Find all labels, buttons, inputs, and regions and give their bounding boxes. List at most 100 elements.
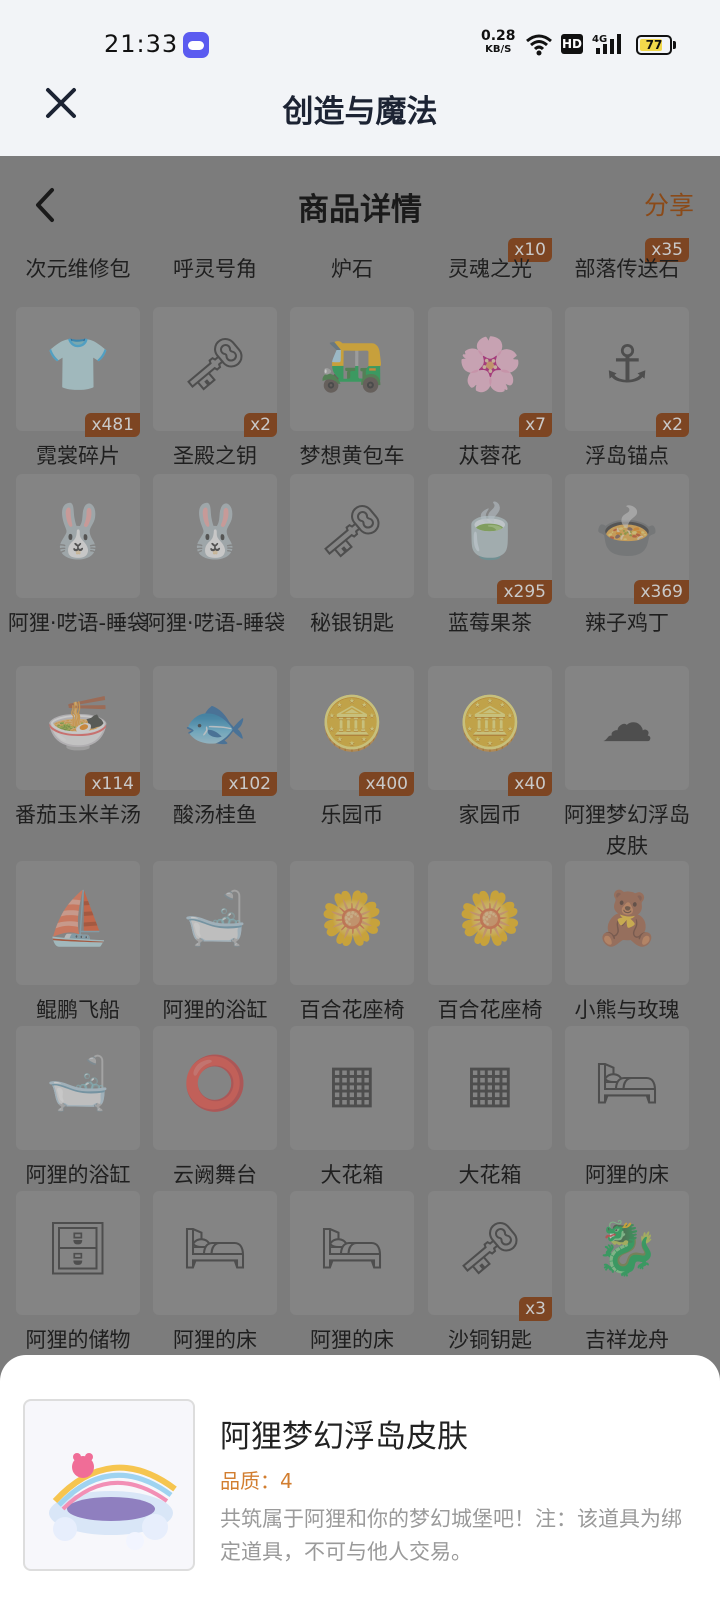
network-speed-value: 0.28 — [481, 28, 516, 44]
cabinet-icon: 🗄 — [44, 1219, 111, 1279]
item-name: 番茄玉米羊汤 — [15, 803, 141, 827]
fence-icon: ▦ — [327, 1054, 377, 1114]
signal-icon: 4G — [592, 34, 621, 54]
item-count-badge: x295 — [497, 580, 552, 604]
grid-item[interactable]: ⭕ 云阙舞台 — [153, 1026, 277, 1216]
key-icon: 🗝 — [318, 502, 385, 562]
battery-level: 77 — [645, 38, 663, 52]
flower-icon: 🌸 — [457, 335, 523, 395]
item-name: 大花箱 — [320, 1163, 384, 1187]
item-count-badge: x2 — [656, 413, 689, 437]
network-speed-unit: KB/S — [485, 44, 512, 55]
grid-item[interactable]: 🛁 阿狸的浴缸 — [153, 861, 277, 1051]
sleeping-bag-icon: 🐰 — [182, 502, 248, 562]
stage-icon: ⭕ — [182, 1054, 248, 1114]
grid-item[interactable]: 👕 x481 霓裳碎片 — [16, 307, 140, 497]
key-icon: 🗝 — [456, 1219, 523, 1279]
grid-item[interactable]: 🌼 百合花座椅 — [428, 861, 552, 1051]
weather-app-icon — [183, 32, 209, 58]
grid-item[interactable]: 🗝 x3 沙铜钥匙 — [428, 1191, 552, 1381]
item-count-badge: x114 — [85, 772, 140, 796]
dragon-boat-icon: 🐉 — [594, 1219, 660, 1279]
detail-title: 商品详情 — [298, 192, 422, 228]
grid-item[interactable]: 🌸 x7 苁蓉花 — [428, 307, 552, 497]
item-count-badge: x40 — [508, 772, 552, 796]
grid-item[interactable]: 🍲 x369 辣子鸡丁 — [565, 474, 689, 664]
anchor-icon: ⚓ — [603, 335, 651, 395]
status-bar: 21:33 0.28 KB/S HD 4G 77 — [0, 0, 720, 90]
item-name: 家园币 — [458, 803, 522, 827]
bathtub-icon: 🛁 — [182, 889, 248, 949]
coin-icon: 🪙 — [319, 694, 385, 754]
item-count-badge: x481 — [85, 413, 140, 437]
grid-item[interactable]: 🪙 x40 家园币 — [428, 666, 552, 856]
grid-item[interactable]: 🐟 x102 酸汤桂鱼 — [153, 666, 277, 856]
lily-chair-icon: 🌼 — [319, 889, 385, 949]
grid-item[interactable]: 🛏 阿狸的床 — [153, 1191, 277, 1381]
item-name: 圣殿之钥 — [173, 444, 257, 468]
coin-icon: 🪙 — [457, 694, 523, 754]
lily-chair-icon: 🌼 — [457, 889, 523, 949]
bed-icon: 🛏 — [181, 1219, 248, 1279]
item-name: 呼灵号角 — [173, 257, 257, 281]
grid-item[interactable]: 🛺 梦想黄包车 — [290, 307, 414, 497]
item-name: 阿狸的浴缸 — [25, 1163, 131, 1187]
grid-item[interactable]: 🗝 x2 圣殿之钥 — [153, 307, 277, 497]
wifi-icon — [526, 34, 552, 56]
item-count-badge: x7 — [519, 413, 552, 437]
status-time: 21:33 — [104, 30, 179, 58]
bed-icon: 🛏 — [318, 1219, 385, 1279]
item-name: 云阙舞台 — [173, 1163, 257, 1187]
item-name: 小熊与玫瑰 — [574, 998, 680, 1022]
grid-item[interactable]: 🍵 x295 蓝莓果茶 — [428, 474, 552, 664]
grid-item[interactable]: 🍜 x114 番茄玉米羊汤 — [15, 666, 141, 856]
island-icon: ☁ — [601, 694, 653, 754]
grid-item[interactable]: 🛏 阿狸的床 — [565, 1026, 689, 1216]
grid-item[interactable]: 🗝 秘银钥匙 — [290, 474, 414, 664]
battery-icon: 77 — [636, 35, 676, 55]
item-name: 沙铜钥匙 — [448, 1328, 532, 1352]
key-icon: 🗝 — [181, 335, 248, 395]
grid-item[interactable]: ☁ 阿狸梦幻浮岛皮肤 — [564, 666, 690, 858]
airship-icon: ⛵ — [45, 889, 111, 949]
grid-item[interactable]: ▦ 大花箱 — [428, 1026, 552, 1216]
grid-item[interactable]: ⚓ x2 浮岛锚点 — [565, 307, 689, 497]
item-name: 吉祥龙舟 — [585, 1328, 669, 1352]
item-count-badge: x369 — [634, 580, 689, 604]
rickshaw-icon: 🛺 — [319, 335, 385, 395]
item-name: 次元维修包 — [25, 257, 131, 281]
grid-item[interactable]: 🐰 阿狸·呓语-睡袋 — [8, 474, 148, 664]
grid-item[interactable]: 🐰 阿狸·呓语-睡袋 — [145, 474, 285, 664]
fence-icon: ▦ — [465, 1054, 515, 1114]
item-name: 阿狸的床 — [585, 1163, 669, 1187]
grid-item[interactable]: ▦ 大花箱 — [290, 1026, 414, 1216]
share-button[interactable]: 分享 — [644, 186, 694, 222]
grid-item[interactable]: 🪙 x400 乐园币 — [290, 666, 414, 856]
bathtub-icon: 🛁 — [45, 1054, 111, 1114]
item-name: 阿狸的浴缸 — [162, 998, 268, 1022]
item-name: 灵魂之光 — [448, 257, 532, 281]
dish-icon: 🍲 — [594, 502, 660, 562]
item-name: 蓝莓果茶 — [448, 611, 532, 635]
item-name: 百合花座椅 — [299, 998, 405, 1022]
sheet-item-description: 共筑属于阿狸和你的梦幻城堡吧！注：该道具为绑定道具，不可与他人交易。 — [220, 1507, 682, 1564]
fish-dish-icon: 🐟 — [182, 694, 248, 754]
grid-item[interactable]: 🐉 吉祥龙舟 — [565, 1191, 689, 1381]
grid-item[interactable]: 🗄 阿狸的储物 — [16, 1191, 140, 1381]
item-name: 秘银钥匙 — [310, 611, 394, 635]
sheet-item-quality: 品质：4 — [220, 1469, 293, 1493]
app-title: 创造与魔法 — [282, 94, 438, 130]
item-count-badge: x3 — [519, 1297, 552, 1321]
grid-item[interactable]: 🛏 阿狸的床 — [290, 1191, 414, 1381]
item-name: 炉石 — [331, 257, 373, 281]
grid-item[interactable]: 🌼 百合花座椅 — [290, 861, 414, 1051]
bear-icon: 🧸 — [594, 889, 660, 949]
item-name: 苁蓉花 — [458, 444, 522, 468]
item-name: 部落传送石 — [574, 257, 680, 281]
sleeping-bag-icon: 🐰 — [45, 502, 111, 562]
tea-bowl-icon: 🍵 — [457, 502, 523, 562]
grid-item[interactable]: ⛵ 鲲鹏飞船 — [16, 861, 140, 1051]
grid-item[interactable]: 🧸 小熊与玫瑰 — [565, 861, 689, 1051]
grid-item[interactable]: 🛁 阿狸的浴缸 — [16, 1026, 140, 1216]
soup-icon: 🍜 — [45, 694, 111, 754]
